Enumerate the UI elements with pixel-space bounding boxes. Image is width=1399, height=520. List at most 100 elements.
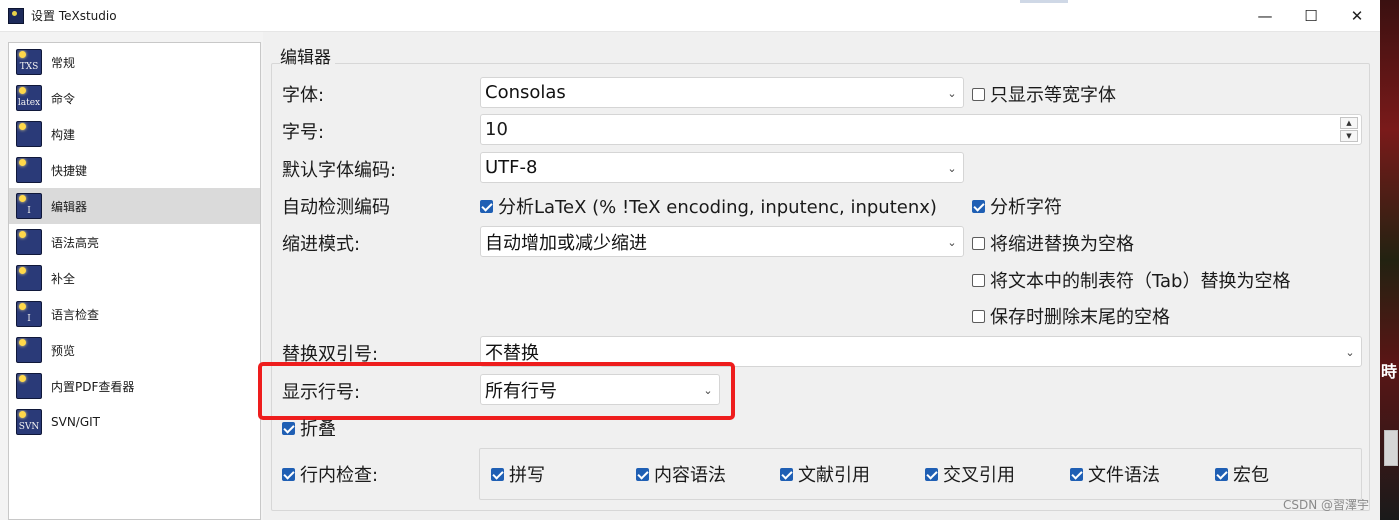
completion-icon bbox=[16, 265, 42, 291]
sidebar-item-label: 预览 bbox=[51, 343, 76, 358]
sidebar-item-commands[interactable]: latex 命令 bbox=[9, 80, 260, 116]
checkbox-label: 交叉引用 bbox=[943, 465, 1015, 486]
chevron-down-icon: ⌄ bbox=[947, 86, 957, 100]
preview-icon bbox=[16, 337, 42, 363]
keyboard-icon bbox=[16, 157, 42, 183]
group-title: 编辑器 bbox=[280, 43, 335, 68]
checkbox-box[interactable] bbox=[491, 467, 504, 481]
csdn-watermark: CSDN @習澤宇 bbox=[1283, 498, 1370, 512]
checkbox-box[interactable] bbox=[1070, 467, 1083, 481]
inline-citation-checkbox[interactable]: 文献引用 bbox=[780, 461, 870, 487]
minimize-button[interactable]: — bbox=[1242, 0, 1288, 32]
sidebar-item-label: 快捷键 bbox=[51, 163, 88, 178]
sidebar-item-editor[interactable]: I 编辑器 bbox=[9, 188, 260, 224]
checkbox-box[interactable] bbox=[480, 199, 493, 213]
checkbox-label: 宏包 bbox=[1233, 465, 1269, 486]
sidebar-item-shortcuts[interactable]: 快捷键 bbox=[9, 152, 260, 188]
checkbox-label: 文献引用 bbox=[798, 465, 870, 486]
checkbox-box[interactable] bbox=[972, 87, 985, 101]
default-encoding-combobox[interactable]: UTF-8 ⌄ bbox=[480, 152, 964, 183]
inline-file-syntax-checkbox[interactable]: 文件语法 bbox=[1070, 461, 1160, 487]
font-size-label: 字号: bbox=[282, 122, 325, 143]
sidebar-item-build[interactable]: 构建 bbox=[9, 116, 260, 152]
settings-sidebar: TXS 常规 latex 命令 构建 快捷键 I 编辑器 语法高亮 补全 I 语… bbox=[8, 42, 261, 520]
font-label: 字体: bbox=[282, 85, 325, 106]
sidebar-item-label: 补全 bbox=[51, 271, 76, 286]
checkbox-box[interactable] bbox=[282, 421, 295, 435]
pdf-viewer-icon bbox=[16, 373, 42, 399]
folding-checkbox[interactable]: 折叠 bbox=[282, 415, 336, 441]
build-icon bbox=[16, 121, 42, 147]
checkbox-box[interactable] bbox=[636, 467, 649, 481]
editor-icon: I bbox=[16, 193, 42, 219]
red-highlight-box bbox=[258, 362, 735, 420]
indent-mode-combobox[interactable]: 自动增加或减少缩进 ⌄ bbox=[480, 226, 964, 257]
spin-up-icon[interactable]: ▲ bbox=[1340, 117, 1358, 129]
window-controls: — ☐ ✕ bbox=[1242, 0, 1380, 32]
sidebar-item-label: 语法高亮 bbox=[51, 235, 100, 250]
inline-crossref-checkbox[interactable]: 交叉引用 bbox=[925, 461, 1015, 487]
tabs-to-spaces-checkbox[interactable]: 将文本中的制表符（Tab）替换为空格 bbox=[972, 267, 1290, 293]
window-title: 设置 TeXstudio bbox=[31, 9, 117, 23]
sidebar-item-svn-git[interactable]: SVN SVN/GIT bbox=[9, 404, 260, 440]
checkbox-label: 分析字符 bbox=[990, 197, 1062, 218]
checkbox-box[interactable] bbox=[972, 309, 985, 323]
default-encoding-label: 默认字体编码: bbox=[282, 160, 397, 181]
texstudio-app-icon bbox=[8, 7, 24, 24]
checkbox-box[interactable] bbox=[972, 236, 985, 250]
monospace-only-checkbox[interactable]: 只显示等宽字体 bbox=[972, 81, 1116, 107]
maximize-button[interactable]: ☐ bbox=[1288, 0, 1334, 32]
title-accent bbox=[1020, 0, 1068, 3]
desktop-background: 時 bbox=[1380, 0, 1399, 520]
inline-spelling-checkbox[interactable]: 拼写 bbox=[491, 461, 545, 487]
checkbox-label: 行内检查: bbox=[300, 465, 379, 486]
sidebar-item-label: 构建 bbox=[51, 127, 76, 142]
sidebar-item-completion[interactable]: 补全 bbox=[9, 260, 260, 296]
title-bar: 设置 TeXstudio — ☐ ✕ bbox=[0, 0, 1380, 32]
checkbox-box[interactable] bbox=[925, 467, 938, 481]
chevron-down-icon: ⌄ bbox=[1345, 345, 1355, 359]
checkbox-label: 折叠 bbox=[300, 419, 336, 440]
inline-grammar-checkbox[interactable]: 内容语法 bbox=[636, 461, 726, 487]
latex-command-icon: latex bbox=[16, 85, 42, 111]
checkbox-label: 内容语法 bbox=[654, 465, 726, 486]
checkbox-box[interactable] bbox=[282, 467, 295, 481]
checkbox-box[interactable] bbox=[972, 199, 985, 213]
font-value: Consolas bbox=[485, 82, 566, 103]
desktop-glyph: 時 bbox=[1381, 362, 1398, 381]
font-combobox[interactable]: Consolas ⌄ bbox=[480, 77, 964, 108]
language-check-icon: I bbox=[16, 301, 42, 327]
replace-quotes-value: 不替换 bbox=[485, 342, 539, 364]
default-encoding-value: UTF-8 bbox=[485, 157, 538, 178]
sidebar-item-label: 命令 bbox=[51, 91, 76, 106]
analyze-chars-checkbox[interactable]: 分析字符 bbox=[972, 193, 1062, 219]
checkbox-box[interactable] bbox=[1215, 467, 1228, 481]
remove-trailing-spaces-checkbox[interactable]: 保存时删除末尾的空格 bbox=[972, 303, 1170, 329]
checkbox-label: 分析LaTeX (% !TeX encoding, inputenc, inpu… bbox=[498, 197, 937, 218]
auto-detect-label: 自动检测编码 bbox=[282, 197, 390, 218]
spin-down-icon[interactable]: ▼ bbox=[1340, 130, 1358, 142]
close-button[interactable]: ✕ bbox=[1334, 0, 1380, 32]
checkbox-label: 拼写 bbox=[509, 465, 545, 486]
checkbox-box[interactable] bbox=[780, 467, 793, 481]
checkbox-label: 文件语法 bbox=[1088, 465, 1160, 486]
indent-to-spaces-checkbox[interactable]: 将缩进替换为空格 bbox=[972, 230, 1134, 256]
syntax-highlight-icon bbox=[16, 229, 42, 255]
sidebar-item-language-check[interactable]: I 语言检查 bbox=[9, 296, 260, 332]
inline-check-checkbox[interactable]: 行内检查: bbox=[282, 461, 378, 487]
sidebar-item-general[interactable]: TXS 常规 bbox=[9, 44, 260, 80]
txs-icon: TXS bbox=[16, 49, 42, 75]
sidebar-item-pdf-viewer[interactable]: 内置PDF查看器 bbox=[9, 368, 260, 404]
sidebar-item-label: 语言检查 bbox=[51, 307, 100, 322]
font-size-spinbox[interactable]: 10 ▲ ▼ bbox=[480, 114, 1362, 145]
checkbox-label: 将文本中的制表符（Tab）替换为空格 bbox=[990, 271, 1291, 292]
sidebar-item-syntax-highlight[interactable]: 语法高亮 bbox=[9, 224, 260, 260]
analyze-latex-checkbox[interactable]: 分析LaTeX (% !TeX encoding, inputenc, inpu… bbox=[480, 193, 937, 219]
inline-package-checkbox[interactable]: 宏包 bbox=[1215, 461, 1269, 487]
sidebar-item-label: 编辑器 bbox=[51, 199, 88, 214]
checkbox-box[interactable] bbox=[972, 273, 985, 287]
font-size-value: 10 bbox=[485, 119, 508, 140]
sidebar-item-preview[interactable]: 预览 bbox=[9, 332, 260, 368]
desktop-scroll-fragment bbox=[1384, 430, 1398, 466]
indent-mode-value: 自动增加或减少缩进 bbox=[485, 232, 647, 254]
